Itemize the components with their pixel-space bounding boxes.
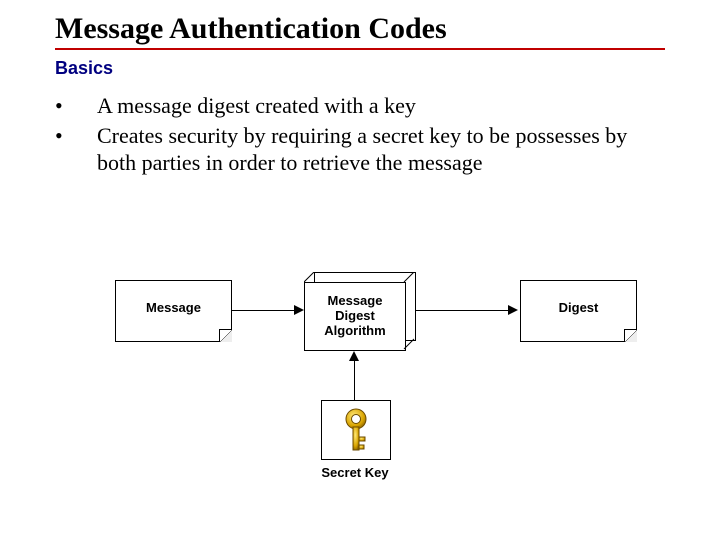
arrow-right-icon <box>508 305 518 315</box>
arrow-line <box>415 310 510 311</box>
algorithm-box: Message Digest Algorithm <box>304 282 406 351</box>
secret-key-box <box>321 400 391 460</box>
page-fold-icon <box>624 329 637 342</box>
page-fold-icon <box>219 329 232 342</box>
key-icon <box>339 407 373 453</box>
digest-box: Digest <box>520 280 637 342</box>
arrow-line <box>354 360 355 400</box>
algorithm-box-label: Message Digest Algorithm <box>324 294 385 339</box>
digest-box-label: Digest <box>521 301 636 316</box>
arrow-right-icon <box>294 305 304 315</box>
arrow-line <box>231 310 296 311</box>
arrow-up-icon <box>349 351 359 361</box>
message-box: Message <box>115 280 232 342</box>
message-box-label: Message <box>116 301 231 316</box>
mac-diagram: Message Message Digest Algorithm Digest <box>0 0 720 540</box>
secret-key-label: Secret Key <box>315 465 395 480</box>
